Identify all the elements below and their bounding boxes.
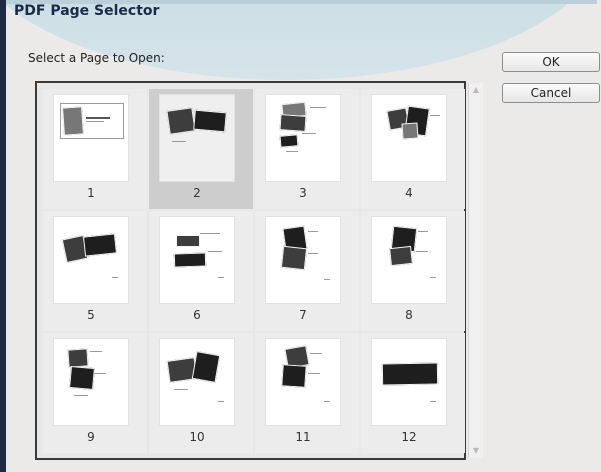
page-thumbnail	[266, 217, 340, 303]
page-cell-selected[interactable]: 2	[149, 89, 253, 209]
scroll-up-arrow-icon[interactable]: ▲	[471, 85, 481, 95]
page-number: 5	[87, 308, 95, 322]
page-thumbnail	[266, 95, 340, 181]
page-number: 10	[189, 430, 205, 444]
page-thumbnail	[372, 217, 446, 303]
ok-button[interactable]: OK	[502, 52, 600, 72]
page-thumbnail	[160, 217, 234, 303]
page-cell[interactable]: 12	[361, 333, 465, 453]
page-number: 8	[405, 308, 413, 322]
page-thumbnail	[266, 339, 340, 425]
page-number: 2	[193, 186, 201, 200]
page-thumbnail	[372, 339, 446, 425]
page-thumbnail	[54, 95, 128, 181]
page-thumbnail	[54, 217, 128, 303]
page-cell[interactable]: 4	[361, 89, 465, 209]
page-cell[interactable]: 1	[43, 89, 147, 209]
page-number: 11	[295, 430, 311, 444]
page-number: 6	[193, 308, 201, 322]
scroll-down-arrow-icon[interactable]: ▼	[471, 446, 481, 456]
page-number: 9	[87, 430, 95, 444]
page-cell[interactable]: 5	[43, 211, 147, 331]
page-thumbnail	[160, 339, 234, 425]
page-thumbnail	[160, 95, 234, 181]
page-number: 7	[299, 308, 307, 322]
page-number: 1	[87, 186, 95, 200]
page-cell[interactable]: 3	[255, 89, 359, 209]
page-thumbnail-grid: 1 2 3 4 5 6 7 8 9 10 11 12	[35, 81, 466, 460]
page-number: 3	[299, 186, 307, 200]
select-page-prompt: Select a Page to Open:	[28, 51, 165, 65]
pdf-page-selector-dialog: PDF Page Selector Select a Page to Open:…	[0, 0, 601, 472]
grid-scrollbar[interactable]: ▲ ▼	[468, 83, 483, 458]
page-thumbnail	[372, 95, 446, 181]
page-cell[interactable]: 6	[149, 211, 253, 331]
dialog-title: PDF Page Selector	[14, 3, 160, 19]
page-cell[interactable]: 9	[43, 333, 147, 453]
page-cell[interactable]: 10	[149, 333, 253, 453]
page-number: 4	[405, 186, 413, 200]
page-thumbnail	[54, 339, 128, 425]
page-cell[interactable]: 8	[361, 211, 465, 331]
page-cell[interactable]: 11	[255, 333, 359, 453]
page-number: 12	[401, 430, 417, 444]
cancel-button[interactable]: Cancel	[502, 83, 600, 103]
page-cell[interactable]: 7	[255, 211, 359, 331]
